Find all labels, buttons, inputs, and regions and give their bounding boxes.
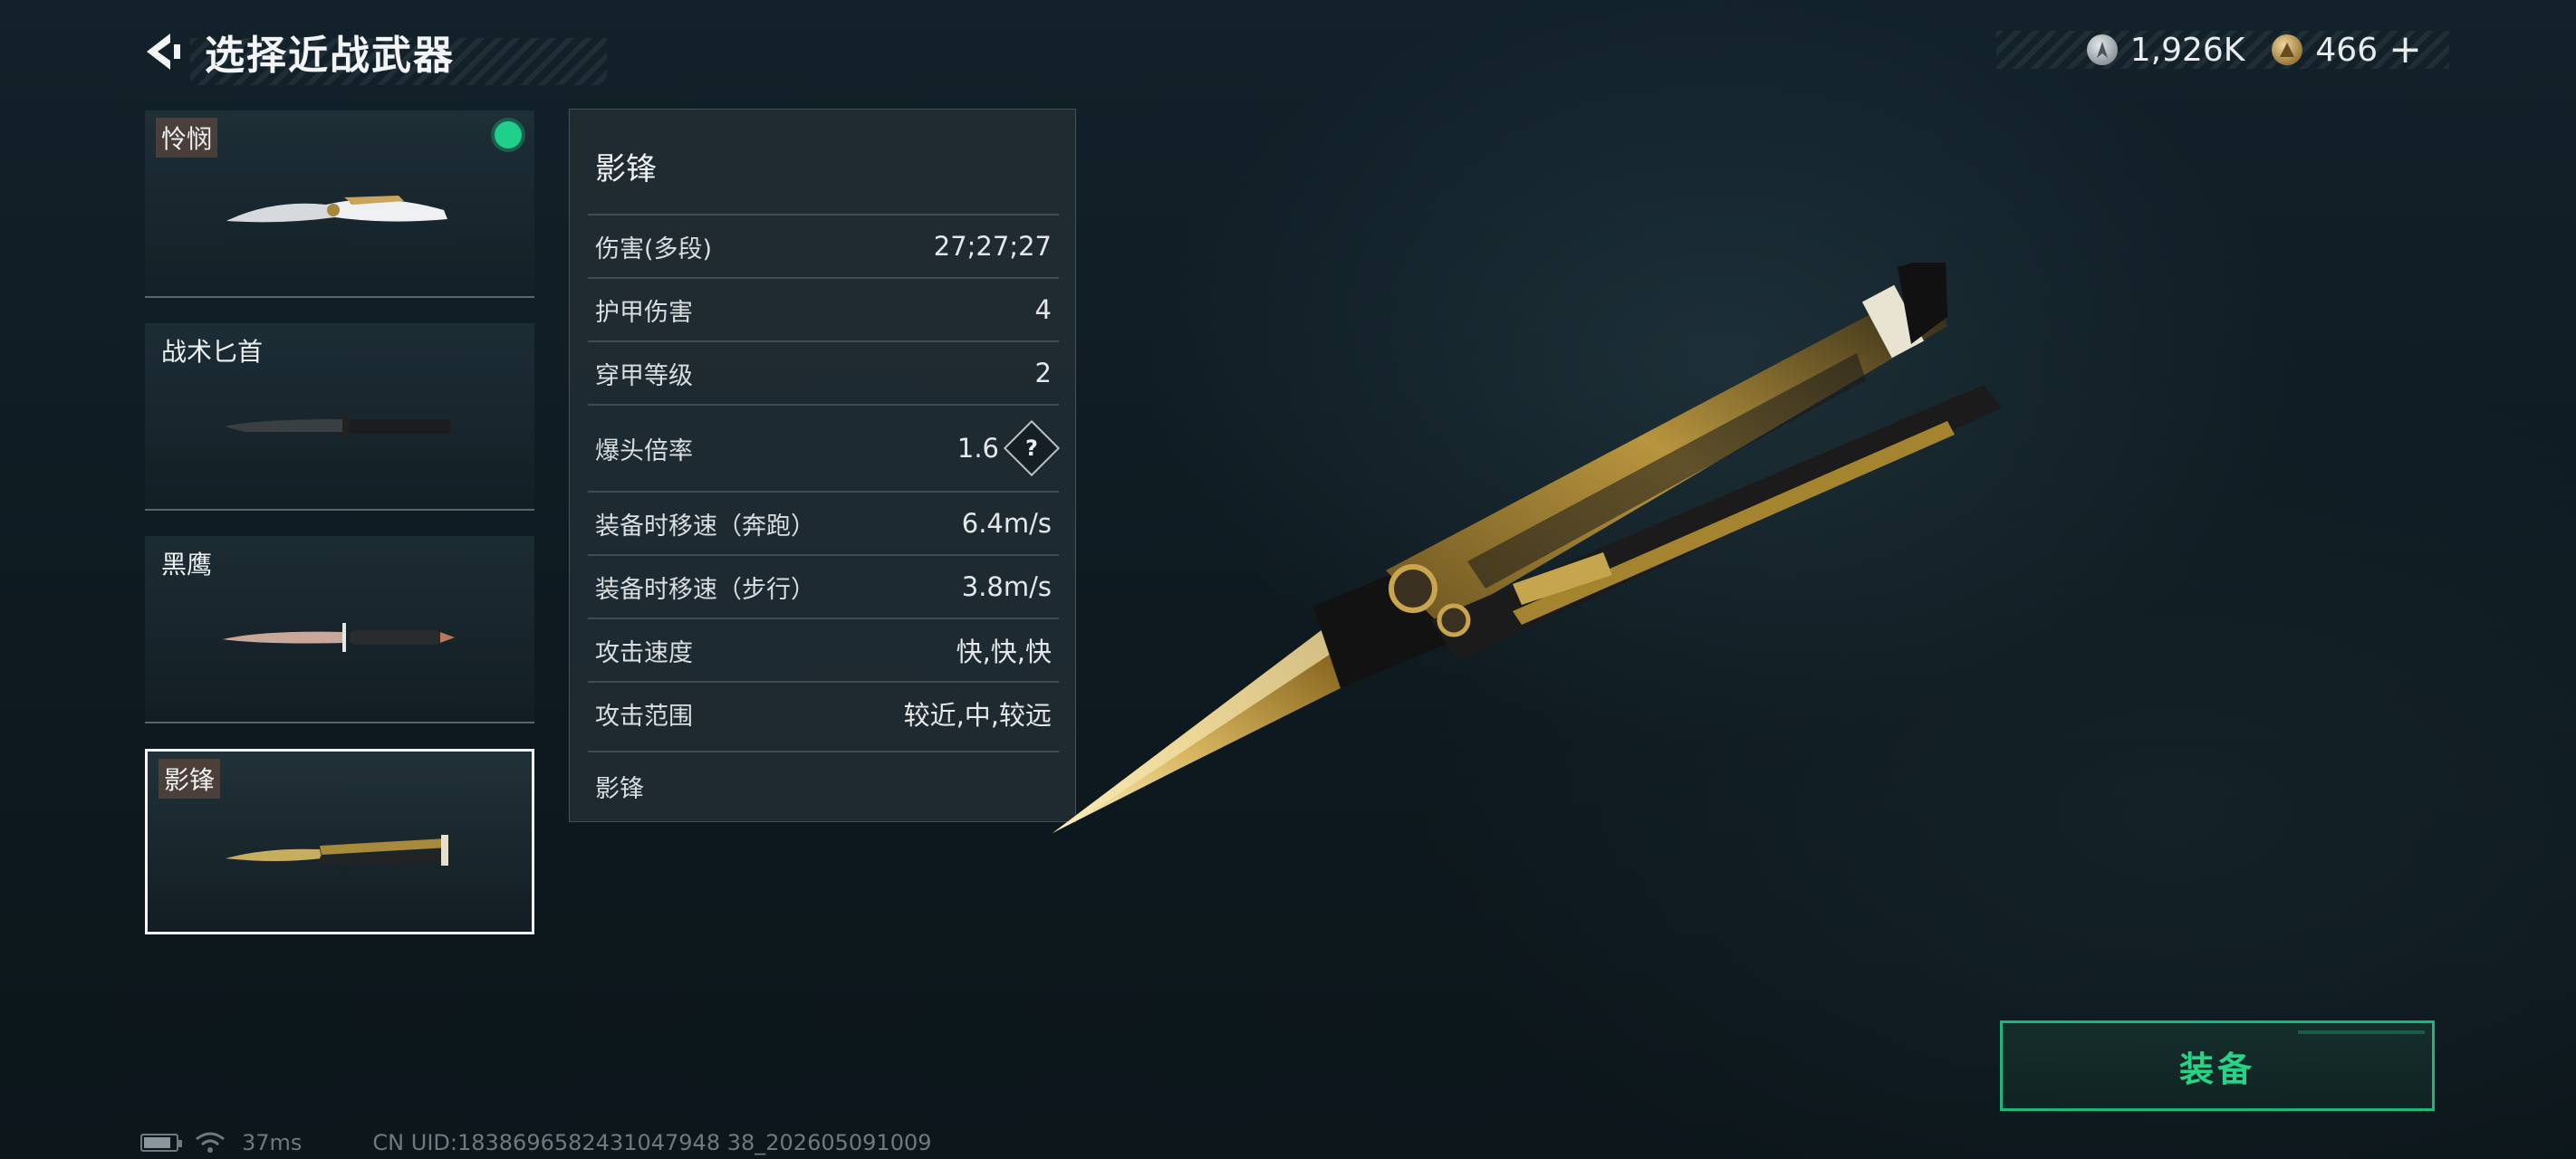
folding-knife-icon [226, 196, 447, 223]
weapon-list: 怜悯 战术匕首 黑鹰 影锋 [145, 110, 534, 960]
tactical-dagger-icon [225, 412, 451, 437]
weapon-description: 影锋 [588, 751, 1059, 819]
butterfly-knife-preview [1053, 263, 2002, 833]
stat-row-armor-damage: 护甲伤害 4 [588, 277, 1059, 340]
stat-label: 护甲伤害 [595, 298, 693, 327]
stats-title: 影锋 [595, 151, 657, 187]
stat-row-penetration: 穿甲等级 2 [588, 340, 1059, 404]
battery-icon [140, 1134, 182, 1152]
back-button[interactable] [136, 26, 187, 77]
stat-value: 快,快,快 [956, 637, 1052, 667]
silver-value: 1,926K [2129, 31, 2245, 69]
currency-bar: 1,926K 466 + [1996, 30, 2449, 70]
equipped-indicator [495, 121, 522, 148]
weapon-card-shadow-blade[interactable]: 影锋 [145, 749, 534, 934]
battery-fill [144, 1137, 170, 1148]
stat-label: 穿甲等级 [595, 361, 693, 390]
stat-value: 27;27;27 [933, 231, 1052, 262]
question-icon: ? [1025, 435, 1038, 461]
add-currency-button[interactable]: + [2389, 30, 2422, 70]
stat-value: 3.8m/s [961, 571, 1052, 602]
stat-row-attack-speed: 攻击速度 快,快,快 [588, 618, 1059, 681]
user-uid: CN UID:1838696582431047948 38_2026050910… [372, 1130, 932, 1155]
stat-row-damage: 伤害(多段) 27;27;27 [588, 214, 1059, 277]
equip-label: 装备 [2178, 1049, 2255, 1089]
weapon-name: 影锋 [159, 759, 221, 799]
stat-label: 攻击速度 [595, 638, 693, 667]
weapon-card-black-hawk[interactable]: 黑鹰 [145, 536, 534, 723]
weapon-card-mercy[interactable]: 怜悯 [145, 110, 534, 298]
stat-value-wrap: 1.6 ? [956, 419, 1061, 477]
stat-row-headshot: 爆头倍率 1.6 ? [588, 404, 1061, 491]
stat-label: 伤害(多段) [595, 235, 713, 263]
stat-label: 爆头倍率 [595, 436, 693, 465]
silver-coin-icon [2086, 34, 2118, 65]
gold-value: 466 [2315, 31, 2379, 69]
status-bar: 37ms CN UID:1838696582431047948 38_20260… [140, 1130, 932, 1155]
header: 选择近战武器 [136, 20, 607, 85]
weapon-name: 怜悯 [156, 118, 218, 158]
page-title: 选择近战武器 [205, 33, 455, 79]
stats-footer: 影锋 [588, 751, 1059, 819]
weapon-card-tactical-dagger[interactable]: 战术匕首 [145, 323, 534, 511]
melee-weapon-select-screen: 选择近战武器 1,926K 466 + 怜悯 战术匕首 黑鹰 影锋 影锋 伤害(… [0, 0, 2576, 1159]
stat-label: 攻击范围 [595, 702, 693, 731]
stat-value: 6.4m/s [961, 508, 1052, 539]
stat-value: 较近,中,较远 [903, 700, 1052, 731]
weapon-stats-panel: 影锋 伤害(多段) 27;27;27 护甲伤害 4 穿甲等级 2 爆头倍率 1.… [569, 109, 1076, 822]
equip-button-deco [2298, 1030, 2425, 1034]
black-hawk-knife-icon [223, 623, 455, 652]
stats-rows: 伤害(多段) 27;27;27 护甲伤害 4 穿甲等级 2 爆头倍率 1.6 ? [588, 214, 1061, 744]
stat-row-walk-speed: 装备时移速（步行） 3.8m/s [588, 554, 1059, 618]
wifi-icon [196, 1132, 225, 1153]
stat-label: 装备时移速（奔跑） [595, 512, 815, 541]
stat-row-attack-range: 攻击范围 较近,中,较远 [588, 681, 1059, 744]
stat-row-run-speed: 装备时移速（奔跑） 6.4m/s [588, 491, 1059, 554]
weapon-name: 战术匕首 [161, 337, 264, 367]
butterfly-knife-icon [226, 835, 448, 866]
back-arrow-icon [147, 34, 180, 70]
weapon-name: 黑鹰 [161, 550, 213, 580]
stat-label: 装备时移速（步行） [595, 575, 815, 604]
ping-value: 37ms [242, 1130, 303, 1155]
equip-button[interactable]: 装备 [2000, 1020, 2435, 1111]
gold-coin-icon [2272, 34, 2303, 65]
stat-value: 1.6 [956, 433, 999, 464]
